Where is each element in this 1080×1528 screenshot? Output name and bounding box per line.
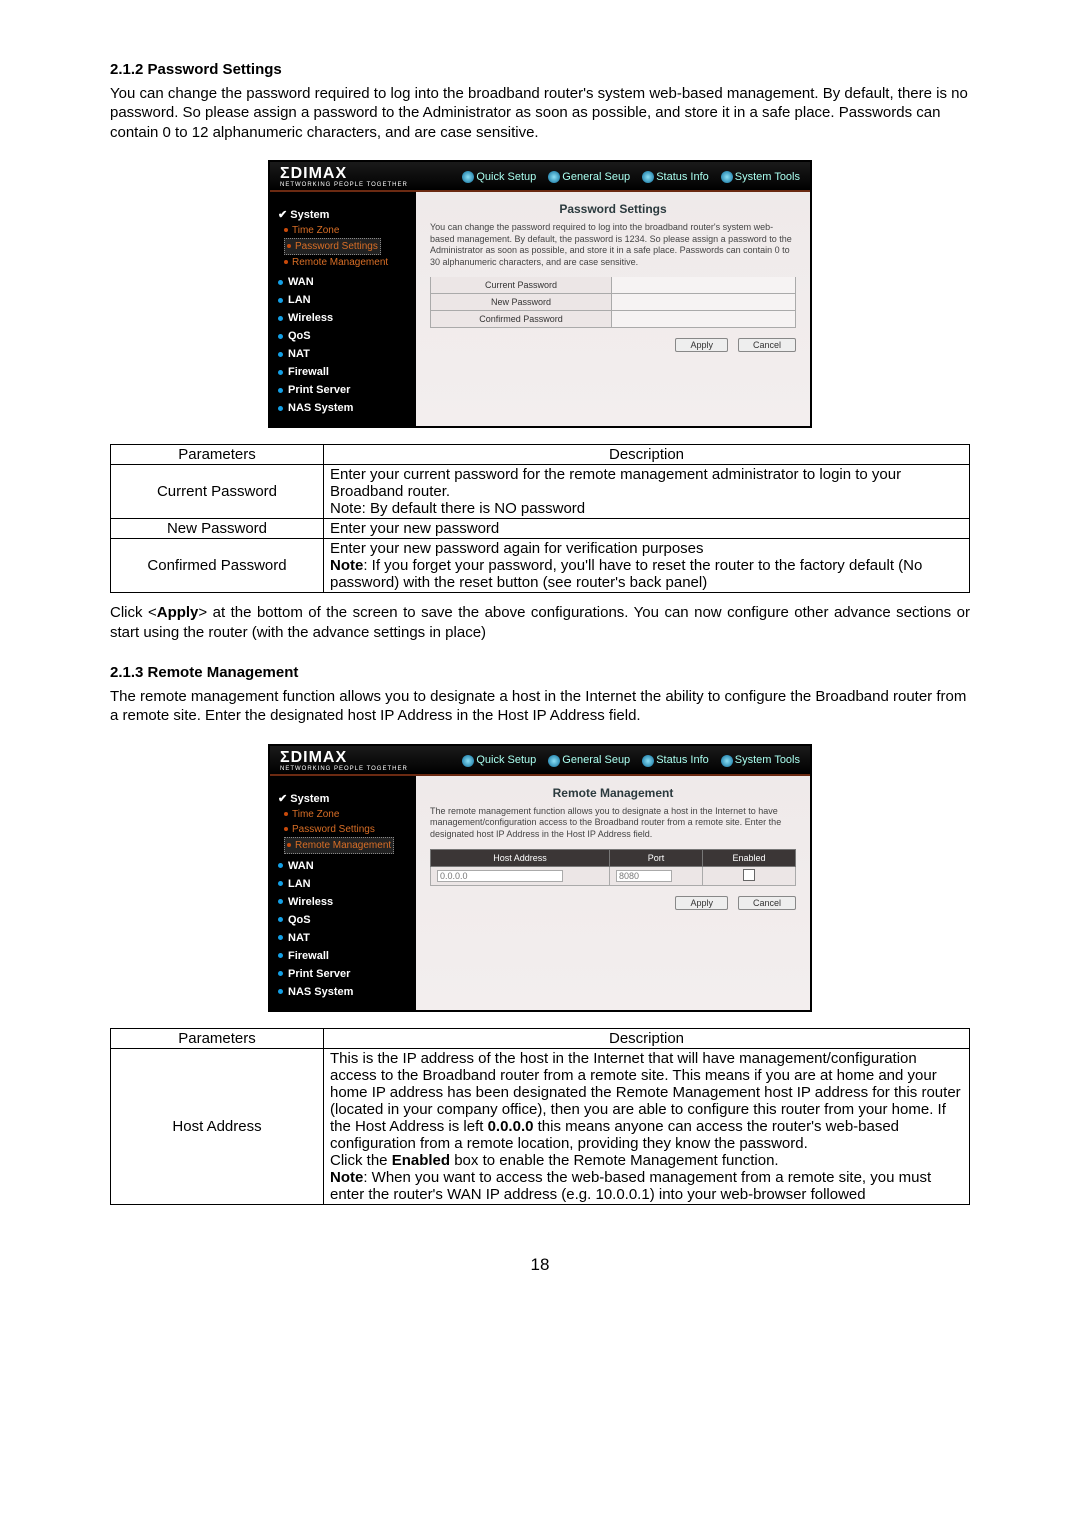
- cell-desc: Enter your new password again for verifi…: [324, 539, 970, 593]
- apply-note: Click <Apply> at the bottom of the scree…: [110, 603, 970, 642]
- th-parameters: Parameters: [111, 1028, 324, 1048]
- sidebar-item-wan[interactable]: WAN: [278, 276, 408, 288]
- sidebar-item-print[interactable]: Print Server: [278, 968, 408, 980]
- apply-button[interactable]: Apply: [675, 338, 728, 352]
- field-confirmed-password: Confirmed Password: [430, 311, 796, 328]
- cancel-button[interactable]: Cancel: [738, 338, 796, 352]
- sidebar-item-wireless[interactable]: Wireless: [278, 896, 408, 908]
- sidebar-item-system[interactable]: ✔ System: [278, 792, 408, 805]
- sidebar: ✔ System Time Zone Password Settings Rem…: [270, 776, 416, 1010]
- table-row: New Password Enter your new password: [111, 519, 970, 539]
- sidebar-item-lan[interactable]: LAN: [278, 878, 408, 890]
- sidebar-item-nas[interactable]: NAS System: [278, 402, 408, 414]
- sidebar-sub-remote[interactable]: Remote Management: [284, 255, 408, 270]
- sidebar-item-nas[interactable]: NAS System: [278, 986, 408, 998]
- sidebar-sub-password[interactable]: Password Settings: [284, 822, 408, 837]
- sidebar-item-lan[interactable]: LAN: [278, 294, 408, 306]
- table-row: Confirmed Password Enter your new passwo…: [111, 539, 970, 593]
- table-remote-params: Parameters Description Host Address This…: [110, 1028, 970, 1205]
- host-address-input[interactable]: 0.0.0.0: [437, 870, 563, 882]
- field-current-password: Current Password: [430, 277, 796, 294]
- port-input[interactable]: 8080: [616, 870, 672, 882]
- panel-title: Password Settings: [430, 202, 796, 216]
- heading-212: 2.1.2 Password Settings: [110, 60, 970, 80]
- cancel-button[interactable]: Cancel: [738, 896, 796, 910]
- tab-system-tools[interactable]: System Tools: [721, 754, 800, 766]
- tab-quick-setup[interactable]: Quick Setup: [462, 171, 536, 183]
- top-tabs: Quick Setup General Seup Status Info Sys…: [462, 754, 800, 766]
- logo: ΣDIMAX NETWORKING PEOPLE TOGETHER: [280, 166, 408, 188]
- tab-general-setup[interactable]: General Seup: [548, 754, 630, 766]
- panel-desc: You can change the password required to …: [430, 222, 796, 269]
- paragraph-212: You can change the password required to …: [110, 84, 970, 143]
- panel-desc-rm: The remote management function allows yo…: [430, 806, 796, 841]
- sidebar-item-print[interactable]: Print Server: [278, 384, 408, 396]
- sidebar-item-system[interactable]: ✔ System: [278, 208, 408, 221]
- sidebar-item-nat[interactable]: NAT: [278, 348, 408, 360]
- remote-mgmt-table: Host Address Port Enabled 0.0.0.0 8080: [430, 849, 796, 886]
- paragraph-213: The remote management function allows yo…: [110, 687, 970, 726]
- field-new-password: New Password: [430, 294, 796, 311]
- th-parameters: Parameters: [111, 445, 324, 465]
- apply-button[interactable]: Apply: [675, 896, 728, 910]
- logo: ΣDIMAX NETWORKING PEOPLE TOGETHER: [280, 750, 408, 772]
- sidebar-sub-remote[interactable]: Remote Management: [284, 837, 394, 854]
- sidebar-sub-timezone[interactable]: Time Zone: [284, 223, 408, 238]
- enabled-checkbox[interactable]: [743, 869, 755, 881]
- top-tabs: Quick Setup General Seup Status Info Sys…: [462, 171, 800, 183]
- cell-desc: Enter your new password: [324, 519, 970, 539]
- sidebar-item-qos[interactable]: QoS: [278, 330, 408, 342]
- cell-desc: Enter your current password for the remo…: [324, 465, 970, 519]
- sidebar-sub-timezone[interactable]: Time Zone: [284, 807, 408, 822]
- table-password-params: Parameters Description Current Password …: [110, 444, 970, 593]
- tab-status-info[interactable]: Status Info: [642, 171, 709, 183]
- table-row: Current Password Enter your current pass…: [111, 465, 970, 519]
- sidebar-item-wan[interactable]: WAN: [278, 860, 408, 872]
- panel-title-rm: Remote Management: [430, 786, 796, 800]
- sidebar-sub-password[interactable]: Password Settings: [284, 238, 381, 255]
- sidebar-item-wireless[interactable]: Wireless: [278, 312, 408, 324]
- th-description: Description: [324, 1028, 970, 1048]
- tab-system-tools[interactable]: System Tools: [721, 171, 800, 183]
- sidebar-item-nat[interactable]: NAT: [278, 932, 408, 944]
- page-number: 18: [110, 1255, 970, 1275]
- table-row: Host Address This is the IP address of t…: [111, 1048, 970, 1204]
- tab-status-info[interactable]: Status Info: [642, 754, 709, 766]
- router-screenshot-remote: ΣDIMAX NETWORKING PEOPLE TOGETHER Quick …: [268, 744, 812, 1012]
- heading-213: 2.1.3 Remote Management: [110, 663, 970, 683]
- cell-desc: This is the IP address of the host in th…: [324, 1048, 970, 1204]
- tab-quick-setup[interactable]: Quick Setup: [462, 754, 536, 766]
- tab-general-setup[interactable]: General Seup: [548, 171, 630, 183]
- router-screenshot-password: ΣDIMAX NETWORKING PEOPLE TOGETHER Quick …: [268, 160, 812, 428]
- sidebar-item-qos[interactable]: QoS: [278, 914, 408, 926]
- sidebar-item-firewall[interactable]: Firewall: [278, 950, 408, 962]
- th-description: Description: [324, 445, 970, 465]
- sidebar: ✔ System Time Zone Password Settings Rem…: [270, 192, 416, 426]
- sidebar-item-firewall[interactable]: Firewall: [278, 366, 408, 378]
